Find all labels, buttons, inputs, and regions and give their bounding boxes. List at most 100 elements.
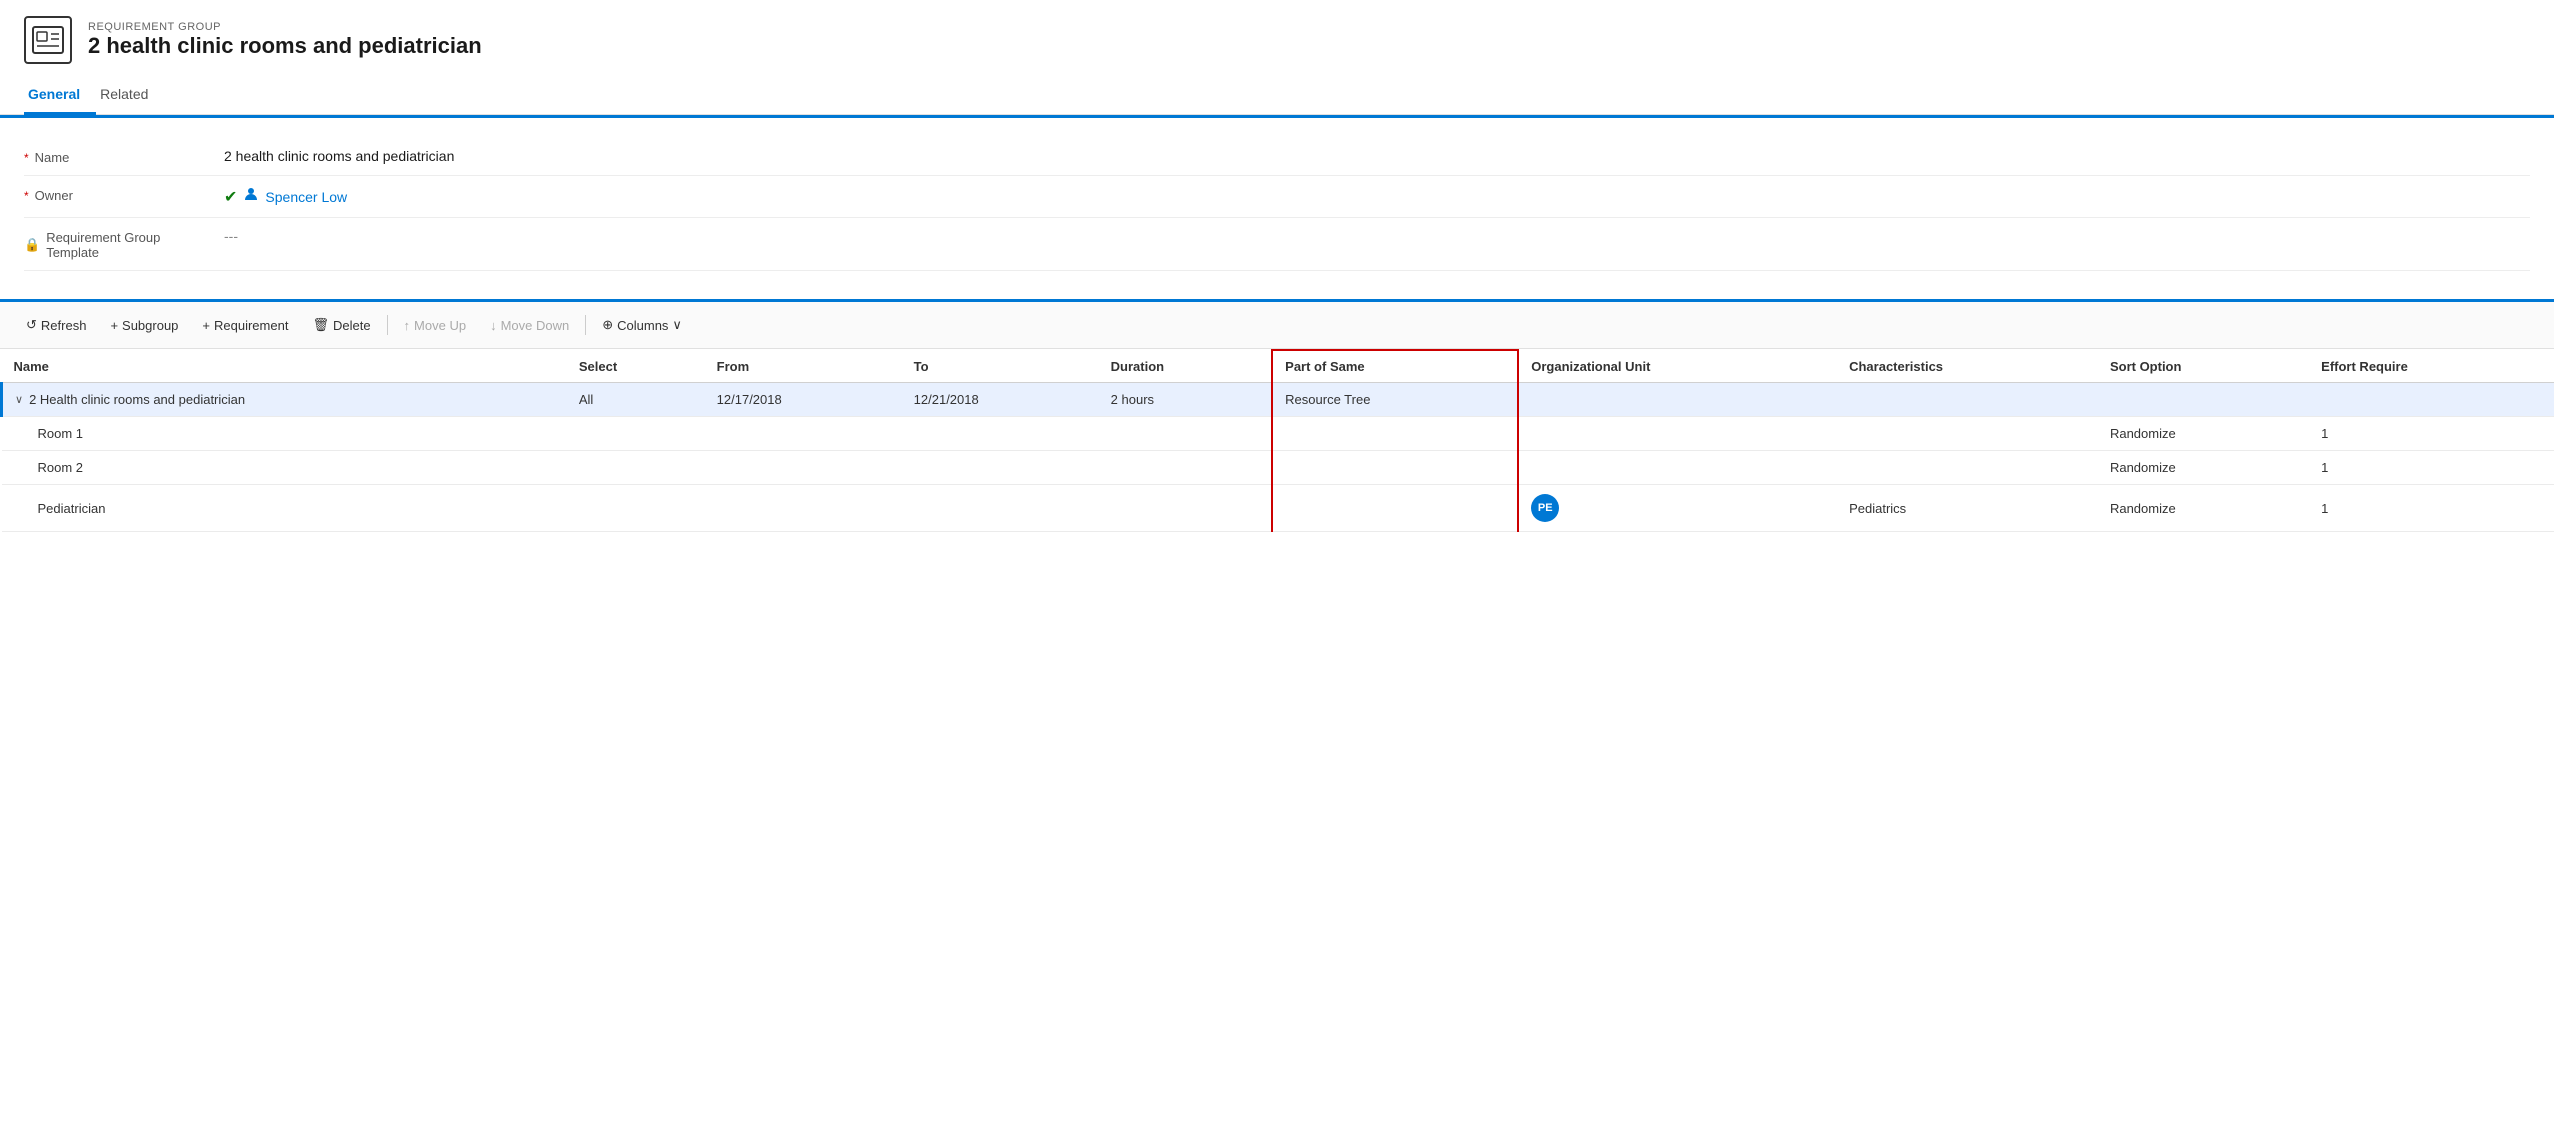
pediatrician-select-cell bbox=[567, 485, 705, 532]
delete-label: Delete bbox=[333, 318, 371, 333]
lock-icon: 🔒 bbox=[24, 237, 40, 253]
move-down-label: Move Down bbox=[501, 318, 570, 333]
owner-status-icon: ✔ bbox=[224, 187, 237, 207]
pediatrician-sort-option-cell: Randomize bbox=[2098, 485, 2309, 532]
col-header-name: Name bbox=[2, 350, 567, 383]
group-name-text: 2 Health clinic rooms and pediatrician bbox=[29, 392, 245, 407]
pediatrician-effort-require-cell: 1 bbox=[2309, 485, 2554, 532]
name-field-row: * Name 2 health clinic rooms and pediatr… bbox=[24, 138, 2530, 176]
tab-general[interactable]: General bbox=[24, 76, 96, 115]
group-to-cell: 12/21/2018 bbox=[902, 383, 1099, 417]
room2-org-unit-cell bbox=[1518, 451, 1837, 485]
refresh-button[interactable]: ↺ Refresh bbox=[16, 312, 96, 338]
avatar: PE bbox=[1531, 494, 1559, 522]
pediatrician-duration-cell bbox=[1099, 485, 1273, 532]
move-up-button[interactable]: ↑ Move Up bbox=[394, 313, 477, 338]
group-name-cell: ∨ 2 Health clinic rooms and pediatrician bbox=[2, 383, 567, 417]
owner-label: * Owner bbox=[24, 186, 224, 203]
col-header-select: Select bbox=[567, 350, 705, 383]
room2-from-cell bbox=[705, 451, 902, 485]
name-value: 2 health clinic rooms and pediatrician bbox=[224, 148, 2530, 164]
room1-characteristics-cell bbox=[1837, 417, 2098, 451]
toolbar-separator bbox=[387, 315, 388, 335]
entity-type-label: REQUIREMENT GROUP bbox=[88, 21, 482, 33]
owner-link[interactable]: Spencer Low bbox=[265, 189, 347, 205]
group-part-of-same-cell: Resource Tree bbox=[1272, 383, 1518, 417]
room2-to-cell bbox=[902, 451, 1099, 485]
pediatrician-part-of-same-cell bbox=[1272, 485, 1518, 532]
subgrid-section: ↺ Refresh + Subgroup + Requirement 🗑 Del… bbox=[0, 299, 2554, 532]
requirement-label: Requirement bbox=[214, 318, 288, 333]
col-header-part-of-same: Part of Same bbox=[1272, 350, 1518, 383]
move-up-label: Move Up bbox=[414, 318, 466, 333]
toolbar-separator-2 bbox=[585, 315, 586, 335]
col-header-sort-option: Sort Option bbox=[2098, 350, 2309, 383]
table-row[interactable]: Room 1 Randomize 1 bbox=[2, 417, 2554, 451]
col-header-characteristics: Characteristics bbox=[1837, 350, 2098, 383]
pediatrician-name-cell: Pediatrician bbox=[2, 485, 567, 532]
room2-duration-cell bbox=[1099, 451, 1273, 485]
move-down-icon: ↓ bbox=[490, 318, 497, 333]
room1-name-cell: Room 1 bbox=[2, 417, 567, 451]
group-effort-require-cell bbox=[2309, 383, 2554, 417]
room2-effort-require-cell: 1 bbox=[2309, 451, 2554, 485]
room1-duration-cell bbox=[1099, 417, 1273, 451]
col-header-org-unit: Organizational Unit bbox=[1518, 350, 1837, 383]
col-header-from: From bbox=[705, 350, 902, 383]
grid-header-row: Name Select From To Duration Part of Sam… bbox=[2, 350, 2554, 383]
room1-to-cell bbox=[902, 417, 1099, 451]
name-label-text: Name bbox=[35, 150, 70, 165]
table-row[interactable]: ∨ 2 Health clinic rooms and pediatrician… bbox=[2, 383, 2554, 417]
group-from-cell: 12/17/2018 bbox=[705, 383, 902, 417]
delete-icon: 🗑 bbox=[312, 317, 329, 333]
page-header: REQUIREMENT GROUP 2 health clinic rooms … bbox=[0, 0, 2554, 72]
tab-related[interactable]: Related bbox=[96, 76, 164, 115]
add-requirement-icon: + bbox=[202, 318, 210, 333]
refresh-icon: ↺ bbox=[26, 317, 37, 333]
owner-required-star: * bbox=[24, 189, 29, 203]
room1-org-unit-cell bbox=[1518, 417, 1837, 451]
room2-select-cell bbox=[567, 451, 705, 485]
room1-sort-option-cell: Randomize bbox=[2098, 417, 2309, 451]
chevron-down-icon: ∨ bbox=[15, 393, 23, 406]
group-characteristics-cell bbox=[1837, 383, 2098, 417]
name-label: * Name bbox=[24, 148, 224, 165]
room2-part-of-same-cell bbox=[1272, 451, 1518, 485]
move-up-icon: ↑ bbox=[404, 318, 411, 333]
subgrid-toolbar: ↺ Refresh + Subgroup + Requirement 🗑 Del… bbox=[0, 299, 2554, 349]
refresh-label: Refresh bbox=[41, 318, 87, 333]
col-header-effort-require: Effort Require bbox=[2309, 350, 2554, 383]
room2-name-cell: Room 2 bbox=[2, 451, 567, 485]
owner-person-icon bbox=[243, 186, 259, 207]
room1-from-cell bbox=[705, 417, 902, 451]
tabs-bar: General Related bbox=[0, 76, 2554, 115]
page-title: 2 health clinic rooms and pediatrician bbox=[88, 33, 482, 59]
table-row[interactable]: Pediatrician PE Pediatrics Randomize 1 bbox=[2, 485, 2554, 532]
col-header-to: To bbox=[902, 350, 1099, 383]
room2-sort-option-cell: Randomize bbox=[2098, 451, 2309, 485]
group-org-unit-cell bbox=[1518, 383, 1837, 417]
template-label: 🔒 Requirement GroupTemplate bbox=[24, 228, 224, 260]
template-value: --- bbox=[224, 228, 2530, 244]
columns-button[interactable]: ⊕ Columns ∨ bbox=[592, 312, 692, 338]
form-section: * Name 2 health clinic rooms and pediatr… bbox=[0, 118, 2554, 291]
room1-effort-require-cell: 1 bbox=[2309, 417, 2554, 451]
pediatrician-org-unit-cell: PE bbox=[1518, 485, 1837, 532]
room1-select-cell bbox=[567, 417, 705, 451]
template-field-row: 🔒 Requirement GroupTemplate --- bbox=[24, 218, 2530, 271]
pediatrician-from-cell bbox=[705, 485, 902, 532]
table-row[interactable]: Room 2 Randomize 1 bbox=[2, 451, 2554, 485]
name-required-star: * bbox=[24, 151, 29, 165]
owner-label-text: Owner bbox=[35, 188, 73, 203]
owner-value: ✔ Spencer Low bbox=[224, 186, 2530, 207]
requirement-button[interactable]: + Requirement bbox=[192, 313, 298, 338]
pediatrician-to-cell bbox=[902, 485, 1099, 532]
group-duration-cell: 2 hours bbox=[1099, 383, 1273, 417]
template-placeholder: --- bbox=[224, 228, 238, 244]
col-header-duration: Duration bbox=[1099, 350, 1273, 383]
subgroup-button[interactable]: + Subgroup bbox=[100, 313, 188, 338]
delete-button[interactable]: 🗑 Delete bbox=[302, 312, 380, 338]
columns-filter-icon: ⊕ bbox=[602, 317, 613, 333]
grid-container: Name Select From To Duration Part of Sam… bbox=[0, 349, 2554, 532]
move-down-button[interactable]: ↓ Move Down bbox=[480, 313, 579, 338]
